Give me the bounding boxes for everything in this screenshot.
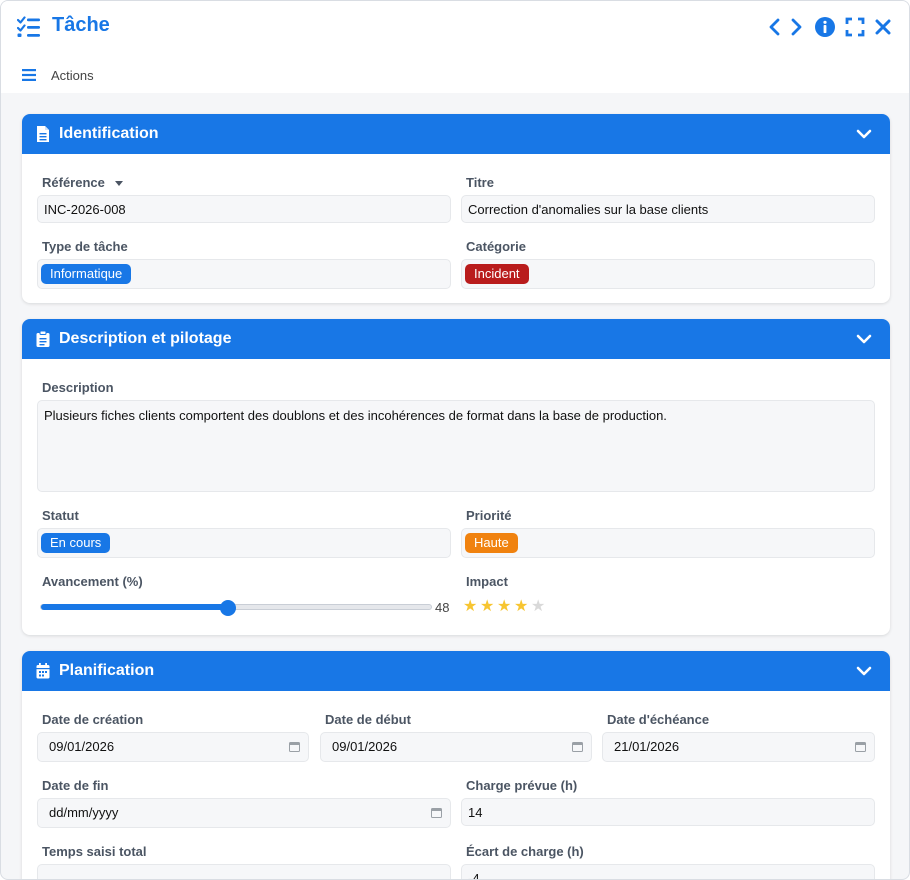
planification-header[interactable]: Planification (22, 651, 890, 691)
star-icon[interactable]: ★ (514, 599, 528, 615)
chevron-down-icon[interactable] (856, 665, 872, 677)
titre-label: Titre (466, 175, 494, 190)
temps-saisi-field[interactable] (37, 864, 451, 879)
section-title: Planification (59, 662, 155, 679)
date-fin-label: Date de fin (42, 778, 109, 793)
date-creation-field[interactable]: 09/01/2026 (37, 732, 309, 762)
avancement-value: 48 (435, 600, 450, 615)
slider-thumb[interactable] (220, 600, 236, 616)
date-echeance-value: 21/01/2026 (614, 739, 680, 754)
slider-fill (41, 604, 229, 610)
window-title: Tâche (52, 14, 110, 36)
caret-down-icon[interactable] (114, 179, 124, 187)
categorie-label: Catégorie (466, 239, 526, 254)
date-debut-value: 09/01/2026 (332, 739, 398, 754)
planification-section: Planification Date de création 09/01/202… (22, 651, 890, 879)
reference-label: Référence (42, 175, 124, 190)
avancement-slider[interactable] (40, 604, 432, 610)
type-field[interactable]: Informatique (37, 259, 451, 289)
impact-label: Impact (466, 574, 508, 589)
date-fin-field[interactable]: dd/mm/yyyy (37, 798, 451, 828)
type-label: Type de tâche (42, 239, 128, 254)
section-title: Identification (59, 125, 159, 142)
calendar-icon[interactable] (572, 741, 583, 752)
statut-label: Statut (42, 508, 79, 523)
ecart-label: Écart de charge (h) (466, 844, 584, 859)
date-creation-value: 09/01/2026 (49, 739, 115, 754)
chevron-left-icon (769, 18, 780, 36)
date-debut-label: Date de début (325, 712, 411, 727)
priorite-badge: Haute (465, 533, 518, 553)
charge-prevue-field[interactable]: 14 (461, 798, 875, 826)
temps-saisi-label: Temps saisi total (42, 844, 147, 859)
task-list-icon (17, 16, 40, 37)
date-fin-placeholder: dd/mm/yyyy (49, 805, 119, 820)
clipboard-icon (36, 331, 50, 347)
ecart-field[interactable]: -4 (461, 864, 875, 879)
maximize-button[interactable] (844, 16, 866, 38)
info-icon (815, 17, 835, 37)
statut-field[interactable]: En cours (37, 528, 451, 558)
date-creation-label: Date de création (42, 712, 144, 727)
statut-badge: En cours (41, 533, 111, 553)
star-icon[interactable]: ★ (497, 599, 511, 615)
close-button[interactable] (872, 16, 894, 38)
categorie-field[interactable]: Incident (461, 259, 875, 289)
calendar-icon[interactable] (289, 741, 300, 752)
info-button[interactable] (814, 16, 836, 38)
star-icon[interactable]: ★ (531, 599, 545, 615)
star-icon[interactable]: ★ (463, 599, 477, 615)
menu-icon[interactable] (22, 69, 36, 81)
task-window: Tâche Actions Identification Référence I… (0, 0, 910, 880)
priorite-label: Priorité (466, 508, 512, 523)
previous-button[interactable] (763, 16, 785, 38)
title-bar: Tâche (1, 1, 909, 53)
calendar-icon (36, 663, 50, 679)
actions-menu[interactable]: Actions (51, 68, 94, 83)
maximize-icon (845, 17, 865, 37)
date-debut-field[interactable]: 09/01/2026 (320, 732, 592, 762)
reference-field[interactable]: INC-2026-008 (37, 195, 451, 223)
date-echeance-field[interactable]: 21/01/2026 (602, 732, 875, 762)
calendar-icon[interactable] (431, 807, 442, 818)
avancement-label: Avancement (%) (42, 574, 143, 589)
charge-prevue-label: Charge prévue (h) (466, 778, 578, 793)
description-section: Description et pilotage Description Plus… (22, 319, 890, 635)
description-header[interactable]: Description et pilotage (22, 319, 890, 359)
action-bar: Actions (1, 53, 909, 93)
star-icon[interactable]: ★ (480, 599, 494, 615)
description-textarea[interactable]: Plusieurs fiches clients comportent des … (37, 400, 875, 492)
document-icon (37, 126, 49, 142)
type-badge: Informatique (41, 264, 132, 284)
close-icon (875, 19, 891, 35)
identification-header[interactable]: Identification (22, 114, 890, 154)
titre-field[interactable]: Correction d'anomalies sur la base clien… (461, 195, 875, 223)
section-title: Description et pilotage (59, 330, 232, 347)
next-button[interactable] (786, 16, 808, 38)
chevron-down-icon[interactable] (856, 128, 872, 140)
identification-section: Identification Référence INC-2026-008 Ti… (22, 114, 890, 303)
chevron-right-icon (791, 18, 802, 36)
priorite-field[interactable]: Haute (461, 528, 875, 558)
categorie-badge: Incident (465, 264, 529, 284)
date-echeance-label: Date d'échéance (607, 712, 710, 727)
calendar-icon[interactable] (855, 741, 866, 752)
chevron-down-icon[interactable] (856, 333, 872, 345)
description-label: Description (42, 380, 114, 395)
